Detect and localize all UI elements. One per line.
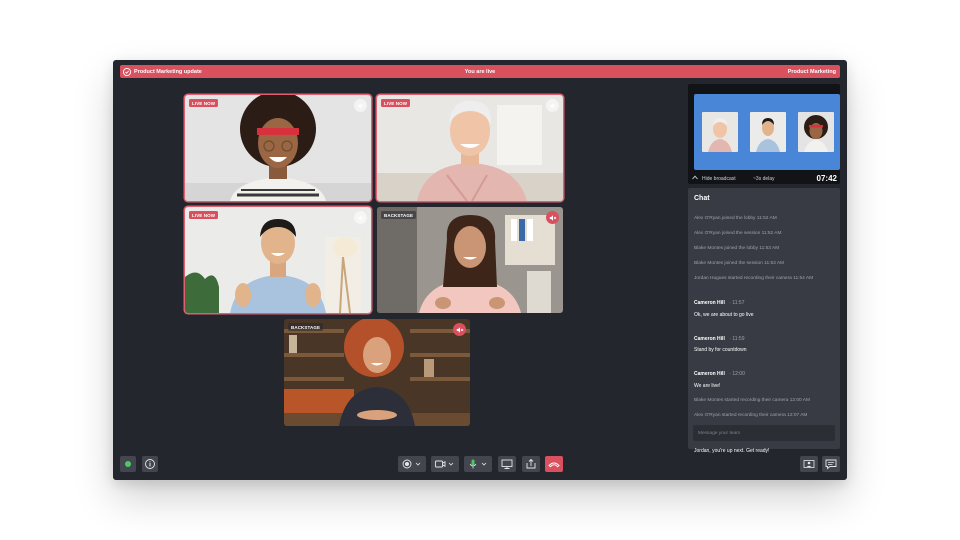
backstage-badge: BACKSTAGE: [381, 211, 417, 219]
hang-up-icon: [548, 462, 560, 468]
system-message: Alex O'Ryan started recording their came…: [694, 412, 808, 418]
info-icon: [145, 459, 155, 469]
speaker-icon[interactable]: [354, 99, 367, 112]
participant-video: [185, 95, 371, 201]
participant-video: [377, 95, 563, 201]
broadcast-thumbnail: [750, 112, 786, 152]
chat-panel: Chat Alex O'Ryan joined the lobby 11:52 …: [688, 188, 840, 454]
message-author: Cameron Hill: [694, 300, 725, 306]
chat-input-placeholder: Message your team: [698, 430, 741, 436]
message-time: · 12:00: [729, 371, 745, 377]
microphone-button[interactable]: [464, 456, 492, 472]
message-author: Cameron Hill: [694, 371, 725, 377]
studio-window: Product Marketing update You are live Pr…: [113, 60, 847, 480]
broadcast-screen: [694, 94, 840, 170]
system-message: Jordan Hugues started recording their ca…: [694, 276, 814, 281]
chevron-up-icon[interactable]: [692, 175, 698, 180]
chat-bubble-icon: [825, 459, 837, 470]
video-camera-icon: [435, 460, 454, 468]
camera-button[interactable]: [431, 456, 459, 472]
chat-message: Cameron Hill · 11:59 Stand by for countd…: [694, 327, 834, 354]
broadcast-footer: Hide broadcast ~3s delay 07:42: [688, 172, 840, 184]
broadcast-delay: ~3s delay: [753, 175, 775, 182]
participant-tile[interactable]: LIVE NOW: [185, 207, 371, 313]
live-badge: LIVE NOW: [189, 211, 219, 219]
message-time: · 11:59: [729, 335, 745, 342]
system-message: Alex O'Ryan joined the session 11:52 AM: [694, 231, 782, 236]
backstage-badge: BACKSTAGE: [288, 323, 324, 331]
participant-tile[interactable]: BACKSTAGE: [377, 207, 563, 313]
participant-tile[interactable]: BACKSTAGE: [284, 319, 470, 426]
broadcast-preview: Hide broadcast ~3s delay 07:42: [688, 84, 840, 184]
screen-share-button[interactable]: [498, 456, 516, 472]
monitor-icon: [501, 459, 513, 469]
participant-video: [377, 207, 563, 313]
system-message: Blake Montes started recording their cam…: [694, 397, 810, 403]
chat-message: Cameron Hill · 11:57 Ok, we are about to…: [694, 291, 834, 318]
system-message: Blake Montes joined the session 11:53 AM: [694, 261, 785, 266]
message-time: · 11:57: [729, 300, 745, 306]
record-button[interactable]: [398, 456, 426, 472]
live-status: You are live: [464, 68, 496, 75]
microphone-icon: [469, 459, 487, 469]
speaker-icon[interactable]: [354, 211, 367, 224]
speaker-muted-icon[interactable]: [546, 211, 559, 224]
message-text: Jordan, you're up next. Get ready!: [694, 448, 770, 454]
message-text: Ok, we are about to go live: [694, 311, 754, 318]
broadcast-thumbnail: [702, 112, 738, 152]
broadcast-timer: 07:42: [816, 173, 837, 183]
info-button[interactable]: [142, 456, 158, 472]
live-badge: LIVE NOW: [381, 99, 411, 107]
broadcast-layout-icon: [803, 460, 815, 468]
leave-call-button[interactable]: [545, 456, 563, 472]
chat-message: Cameron Hill · 12:00 We are live!: [694, 362, 834, 389]
participant-video: [185, 207, 371, 313]
participant-video: [284, 319, 470, 426]
message-author: Cameron Hill: [694, 335, 725, 342]
chat-toggle-button[interactable]: [822, 456, 840, 472]
message-text: We are live!: [694, 382, 721, 389]
system-message: Blake Montes joined the lobby 11:53 AM: [694, 246, 780, 251]
message-text: Stand by for countdown: [694, 347, 747, 353]
participant-tile[interactable]: LIVE NOW: [185, 95, 371, 201]
workspace-name: Product Marketing: [787, 68, 836, 75]
chat-title: Chat: [694, 195, 710, 202]
system-message: Alex O'Ryan joined the lobby 11:52 AM: [694, 216, 777, 221]
share-button[interactable]: [522, 456, 540, 472]
share-icon: [526, 458, 536, 469]
participant-tile[interactable]: LIVE NOW: [377, 95, 563, 201]
live-badge: LIVE NOW: [189, 99, 219, 107]
connection-status-button[interactable]: [120, 456, 136, 472]
speaker-muted-icon[interactable]: [453, 323, 466, 336]
broadcast-thumbnail: [798, 112, 834, 152]
speaker-icon[interactable]: [546, 99, 559, 112]
record-icon: [402, 459, 421, 469]
status-dot-icon: [125, 461, 131, 467]
hide-broadcast-toggle[interactable]: Hide broadcast: [702, 176, 736, 182]
live-status-bar: Product Marketing update You are live Pr…: [120, 65, 840, 78]
chat-input[interactable]: Message your team: [693, 425, 835, 441]
layout-button[interactable]: [800, 456, 818, 472]
